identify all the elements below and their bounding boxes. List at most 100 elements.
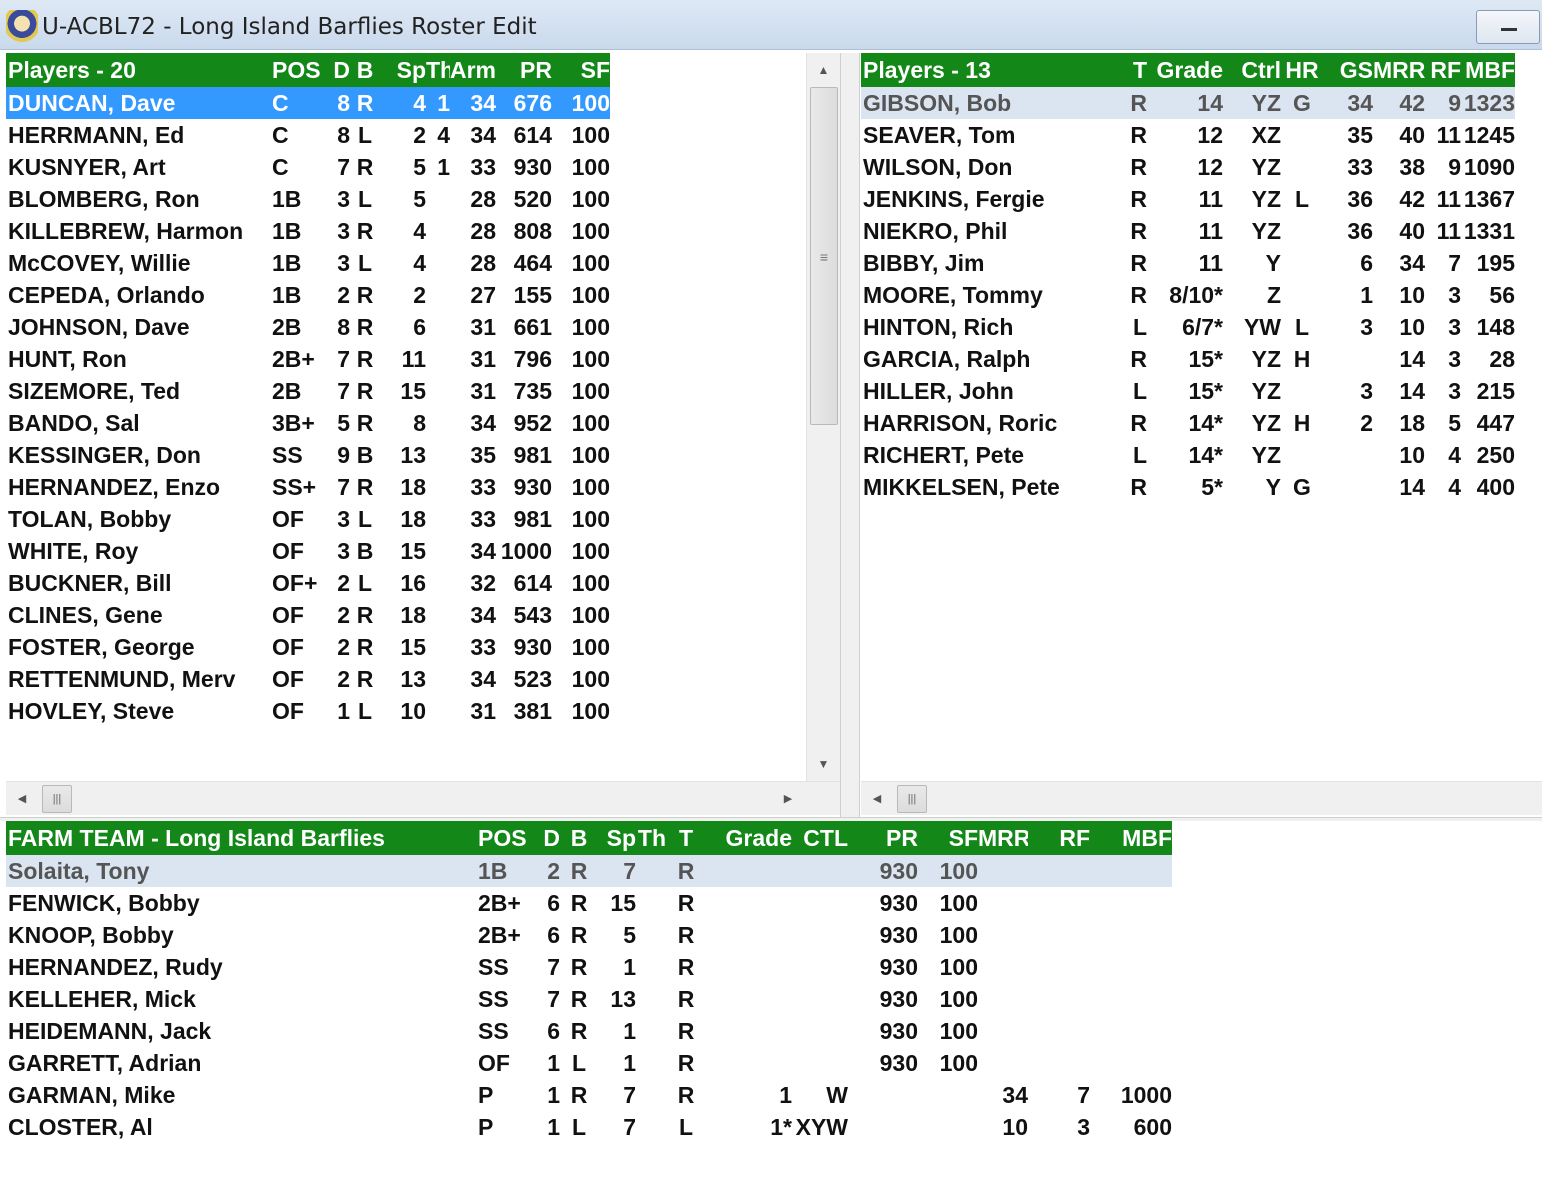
pitchers-row[interactable]: MIKKELSEN, Pete R 5* Y G 14 4 400 [861,471,1515,503]
pitchers-header-t[interactable]: T [1117,53,1147,87]
pitchers-cell-ctrl: Y [1265,249,1281,276]
scroll-right-button[interactable]: ▶ [774,782,802,816]
farm-header-d[interactable]: D [536,821,560,855]
pitchers-row[interactable]: HILLER, John L 15* YZ 3 14 3 215 [861,375,1515,407]
vertical-splitter[interactable] [840,53,860,817]
scroll-left-button[interactable]: ◀ [8,782,36,816]
hitters-row[interactable]: KILLEBREW, Harmon 1B 3 R 4 28 808 100 [6,215,610,247]
farm-row[interactable]: GARMAN, Mike P 1 R 7 R 1 W 34 7 1000 [6,1079,1172,1111]
hitters-header-d[interactable]: D [326,53,350,87]
pitchers-header-mrr[interactable]: MRR [1373,53,1425,87]
hitters-row[interactable]: WHITE, Roy OF 3 B 15 34 1000 100 [6,535,610,567]
farm-row[interactable]: KNOOP, Bobby 2B+ 6 R 5 R 930 100 [6,919,1172,951]
hitters-row[interactable]: BANDO, Sal 3B+ 5 R 8 34 952 100 [6,407,610,439]
farm-header-sf[interactable]: SF [918,821,978,855]
farm-row[interactable]: HERNANDEZ, Rudy SS 7 R 1 R 930 100 [6,951,1172,983]
pitchers-row[interactable]: GIBSON, Bob R 14 YZ G 34 42 9 1323 [861,87,1515,119]
hitters-row[interactable]: McCOVEY, Willie 1B 3 L 4 28 464 100 [6,247,610,279]
hitters-header-sp[interactable]: Sp [380,53,426,87]
hitters-header-pr[interactable]: PR [496,53,552,87]
pitchers-row[interactable]: GARCIA, Ralph R 15* YZ H 14 3 28 [861,343,1515,375]
farm-header-th[interactable]: Th [636,821,666,855]
pitchers-header-gs[interactable]: GS [1323,53,1373,87]
pitchers-cell-t: L [1132,377,1147,404]
pitchers-row[interactable]: HARRISON, Roric R 14* YZ H 2 18 5 447 [861,407,1515,439]
hitters-row[interactable]: FOSTER, George OF 2 R 15 33 930 100 [6,631,610,663]
hitters-header-name[interactable]: Players - 20 [6,53,270,87]
pitchers-row[interactable]: HINTON, Rich L 6/7* YW L 3 10 3 148 [861,311,1515,343]
farm-header-t[interactable]: T [666,821,706,855]
hitters-hscroll-thumb[interactable]: ||| [42,785,72,813]
pitchers-horizontal-scrollbar[interactable]: ◀ ||| [861,781,1542,815]
hitters-row[interactable]: KESSINGER, Don SS 9 B 13 35 981 100 [6,439,610,471]
farm-row[interactable]: KELLEHER, Mick SS 7 R 13 R 930 100 [6,983,1172,1015]
farm-header-b[interactable]: B [560,821,598,855]
farm-cell-b: R [570,921,588,948]
scroll-up-button[interactable]: ▲ [807,55,840,85]
hitters-cell-d: 8 [337,121,350,148]
pitchers-header-ctrl[interactable]: Ctrl [1223,53,1281,87]
pitchers-header-name[interactable]: Players - 13 [861,53,1117,87]
hitters-vscroll-thumb[interactable]: ≡ [810,87,838,425]
hitters-row[interactable]: CEPEDA, Orlando 1B 2 R 2 27 155 100 [6,279,610,311]
pitchers-header-rf[interactable]: RF [1425,53,1461,87]
hitters-horizontal-scrollbar[interactable]: ◀ ||| ▶ [6,781,840,815]
farm-header-rf[interactable]: RF [1028,821,1090,855]
pitchers-row[interactable]: MOORE, Tommy R 8/10* Z 1 10 3 56 [861,279,1515,311]
farm-header-mbf[interactable]: MBF [1090,821,1172,855]
farm-row[interactable]: Solaita, Tony 1B 2 R 7 R 930 100 [6,855,1172,887]
hitters-row[interactable]: BLOMBERG, Ron 1B 3 L 5 28 520 100 [6,183,610,215]
hitters-cell-name: FOSTER, George [8,633,195,660]
pitchers-header-grade[interactable]: Grade [1147,53,1223,87]
hitters-row[interactable]: KUSNYER, Art C 7 R 5 1 33 930 100 [6,151,610,183]
pitchers-header-hr[interactable]: HR [1281,53,1323,87]
hitters-header-arm[interactable]: Arm [450,53,496,87]
hitters-row[interactable]: TOLAN, Bobby OF 3 L 18 33 981 100 [6,503,610,535]
hitters-header-th[interactable]: Th [426,53,450,87]
farm-row[interactable]: GARRETT, Adrian OF 1 L 1 R 930 100 [6,1047,1172,1079]
hitters-row[interactable]: HOVLEY, Steve OF 1 L 10 31 381 100 [6,695,610,727]
farm-header-name[interactable]: FARM TEAM - Long Island Barflies [6,821,476,855]
hitters-row[interactable]: SIZEMORE, Ted 2B 7 R 15 31 735 100 [6,375,610,407]
farm-cell-d: 1 [547,1081,560,1108]
pitchers-header-mbf[interactable]: MBF [1461,53,1515,87]
farm-header-pos[interactable]: POS [476,821,536,855]
farm-header-grade[interactable]: Grade [706,821,792,855]
farm-row[interactable]: CLOSTER, Al P 1 L 7 L 1* XYW 10 3 600 [6,1111,1172,1143]
pitchers-cell-gs [1323,471,1373,503]
farm-header-pr[interactable]: PR [848,821,918,855]
pitchers-hscroll-thumb[interactable]: ||| [897,785,927,813]
hitters-cell-name: BANDO, Sal [8,409,140,436]
farm-cell-th [636,1111,666,1143]
pitchers-row[interactable]: RICHERT, Pete L 14* YZ 10 4 250 [861,439,1515,471]
farm-cell-sp: 15 [610,889,636,916]
farm-cell-sf: 100 [939,921,978,948]
hitters-row[interactable]: JOHNSON, Dave 2B 8 R 6 31 661 100 [6,311,610,343]
hitters-cell-arm: 33 [470,473,496,500]
farm-header-sp[interactable]: Sp [598,821,636,855]
hitters-row[interactable]: DUNCAN, Dave C 8 R 4 1 34 676 100 [6,87,610,119]
minimize-button[interactable] [1476,10,1540,44]
hitters-row[interactable]: CLINES, Gene OF 2 R 18 34 543 100 [6,599,610,631]
hitters-header-b[interactable]: B [350,53,380,87]
pitchers-row[interactable]: WILSON, Don R 12 YZ 33 38 9 1090 [861,151,1515,183]
pitchers-row[interactable]: SEAVER, Tom R 12 XZ 35 40 11 1245 [861,119,1515,151]
hitters-header-pos[interactable]: POS [270,53,326,87]
hitters-vertical-scrollbar[interactable]: ▲ ≡ ▼ [806,53,840,781]
scroll-left-button[interactable]: ◀ [863,782,891,816]
pitchers-row[interactable]: JENKINS, Fergie R 11 YZ L 36 42 11 1367 [861,183,1515,215]
hitters-row[interactable]: HUNT, Ron 2B+ 7 R 11 31 796 100 [6,343,610,375]
pitchers-row[interactable]: BIBBY, Jim R 11 Y 6 34 7 195 [861,247,1515,279]
pitchers-row[interactable]: NIEKRO, Phil R 11 YZ 36 40 11 1331 [861,215,1515,247]
hitters-cell-sp: 4 [413,217,426,244]
hitters-row[interactable]: RETTENMUND, Merv OF 2 R 13 34 523 100 [6,663,610,695]
hitters-row[interactable]: BUCKNER, Bill OF+ 2 L 16 32 614 100 [6,567,610,599]
farm-row[interactable]: HEIDEMANN, Jack SS 6 R 1 R 930 100 [6,1015,1172,1047]
farm-header-mrr[interactable]: MRR [978,821,1028,855]
hitters-header-sf[interactable]: SF [552,53,610,87]
scroll-down-button[interactable]: ▼ [807,749,840,779]
farm-row[interactable]: FENWICK, Bobby 2B+ 6 R 15 R 930 100 [6,887,1172,919]
hitters-row[interactable]: HERNANDEZ, Enzo SS+ 7 R 18 33 930 100 [6,471,610,503]
hitters-row[interactable]: HERRMANN, Ed C 8 L 2 4 34 614 100 [6,119,610,151]
farm-header-ctl[interactable]: CTL [792,821,848,855]
